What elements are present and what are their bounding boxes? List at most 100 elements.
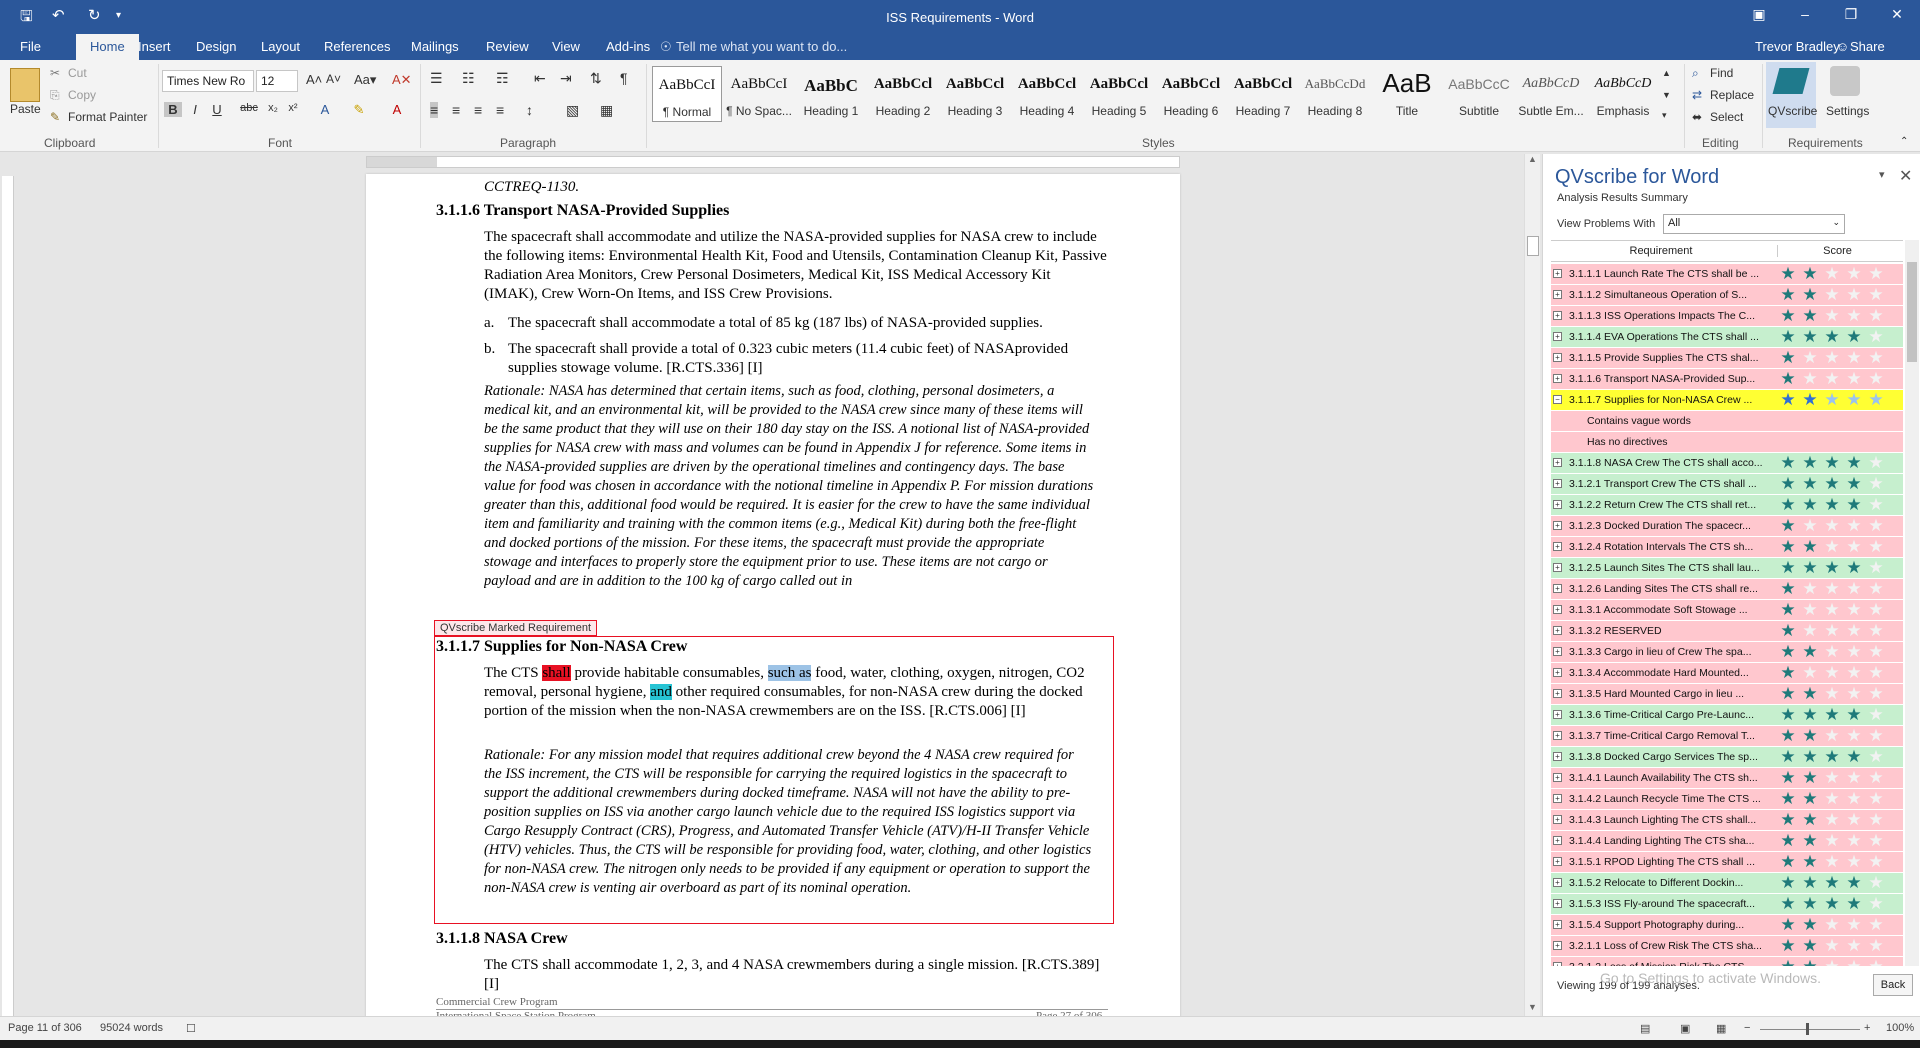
- horizontal-ruler[interactable]: [366, 156, 1180, 168]
- requirement-row[interactable]: +3.1.4.2 Launch Recycle Time The CTS ...…: [1551, 789, 1903, 810]
- borders-icon[interactable]: ▦: [600, 102, 613, 119]
- requirement-row[interactable]: +3.1.3.7 Time-Critical Cargo Removal T..…: [1551, 726, 1903, 747]
- style-no-spacing[interactable]: AaBbCcI ¶ No Spac...: [724, 66, 794, 122]
- ribbon-display-options-icon[interactable]: ▣: [1744, 6, 1774, 23]
- expand-icon[interactable]: +: [1553, 290, 1562, 299]
- tab-layout[interactable]: Layout: [261, 39, 300, 54]
- style-heading-7[interactable]: AaBbCcl Heading 7: [1228, 66, 1298, 122]
- collapse-icon[interactable]: −: [1553, 395, 1562, 404]
- align-right-icon[interactable]: ≡: [474, 102, 482, 118]
- pane-options-icon[interactable]: ▾: [1879, 168, 1885, 181]
- scroll-down-icon[interactable]: ▼: [1528, 1002, 1537, 1012]
- styles-more-icon[interactable]: ▾: [1662, 110, 1667, 121]
- requirement-row[interactable]: +3.1.5.3 ISS Fly-around The spacecraft..…: [1551, 894, 1903, 915]
- requirement-row[interactable]: +3.1.1.4 EVA Operations The CTS shall ..…: [1551, 327, 1903, 348]
- tab-references[interactable]: References: [324, 39, 390, 54]
- expand-icon[interactable]: +: [1553, 605, 1562, 614]
- zoom-slider[interactable]: [1760, 1029, 1860, 1030]
- style-normal[interactable]: AaBbCcI ¶ Normal: [652, 66, 722, 122]
- expand-icon[interactable]: +: [1553, 815, 1562, 824]
- align-left-icon[interactable]: ≡: [430, 102, 439, 118]
- cut-button[interactable]: Cut: [68, 66, 87, 80]
- requirement-row[interactable]: +3.1.3.8 Docked Cargo Services The sp...…: [1551, 747, 1903, 768]
- tab-view[interactable]: View: [552, 39, 580, 54]
- line-spacing-icon[interactable]: ↕: [526, 102, 533, 118]
- format-painter-button[interactable]: Format Painter: [68, 110, 147, 124]
- clipboard-icon[interactable]: [10, 68, 40, 102]
- requirement-row[interactable]: +3.1.1.8 NASA Crew The CTS shall acco...…: [1551, 453, 1903, 474]
- expand-icon[interactable]: +: [1553, 479, 1562, 488]
- replace-button[interactable]: Replace: [1710, 88, 1754, 102]
- requirement-row[interactable]: +3.1.3.4 Accommodate Hard Mounted... ★ ★ ★ ★…: [1551, 663, 1903, 684]
- select-button[interactable]: Select: [1710, 110, 1743, 124]
- vague-word-highlight[interactable]: such as: [767, 665, 812, 681]
- justify-icon[interactable]: ≡: [496, 102, 504, 118]
- increase-indent-icon[interactable]: ⇥: [560, 70, 572, 87]
- zoom-out-icon[interactable]: −: [1744, 1022, 1750, 1034]
- clear-formatting-icon[interactable]: A✕: [392, 72, 412, 88]
- shrink-font-icon[interactable]: A˅: [326, 72, 341, 86]
- style-heading-5[interactable]: AaBbCcl Heading 5: [1084, 66, 1154, 122]
- style-subtle-emphasis[interactable]: AaBbCcD Subtle Em...: [1516, 66, 1586, 122]
- zoom-level[interactable]: 100%: [1886, 1022, 1914, 1034]
- expand-icon[interactable]: +: [1553, 836, 1562, 845]
- tab-file[interactable]: File: [20, 39, 41, 54]
- zoom-in-icon[interactable]: +: [1864, 1022, 1870, 1034]
- expand-icon[interactable]: +: [1553, 626, 1562, 635]
- tab-home[interactable]: Home: [76, 34, 139, 60]
- expand-icon[interactable]: +: [1553, 584, 1562, 593]
- tab-design[interactable]: Design: [196, 39, 236, 54]
- expand-icon[interactable]: +: [1553, 731, 1562, 740]
- bold-icon[interactable]: B: [164, 102, 182, 117]
- style-subtitle[interactable]: AaBbCcC Subtitle: [1444, 66, 1514, 122]
- requirement-row[interactable]: +3.1.2.1 Transport Crew The CTS shall ..…: [1551, 474, 1903, 495]
- requirement-row[interactable]: −3.1.1.7 Supplies for Non-NASA Crew ... ★…: [1551, 390, 1903, 411]
- styles-scroll-up-icon[interactable]: ▲: [1662, 68, 1671, 78]
- marked-requirement-tag[interactable]: QVscribe Marked Requirement: [434, 620, 598, 636]
- change-case-icon[interactable]: Aa▾: [354, 72, 376, 88]
- view-problems-select[interactable]: All ⌄: [1663, 214, 1845, 234]
- find-icon[interactable]: ⌕: [1692, 66, 1699, 81]
- expand-icon[interactable]: +: [1553, 920, 1562, 929]
- expand-icon[interactable]: +: [1553, 668, 1562, 677]
- requirement-row[interactable]: +3.1.3.6 Time-Critical Cargo Pre-Launc..…: [1551, 705, 1903, 726]
- select-icon[interactable]: ⬌: [1692, 110, 1702, 124]
- styles-scroll-down-icon[interactable]: ▼: [1662, 90, 1671, 100]
- tab-mailings[interactable]: Mailings: [411, 39, 459, 54]
- requirement-row[interactable]: +3.1.5.1 RPOD Lighting The CTS shall ...…: [1551, 852, 1903, 873]
- style-title[interactable]: AaB Title: [1372, 66, 1442, 122]
- italic-icon[interactable]: I: [186, 102, 204, 117]
- tab-review[interactable]: Review: [486, 39, 529, 54]
- requirement-row[interactable]: +3.1.4.3 Launch Lighting The CTS shall..…: [1551, 810, 1903, 831]
- pane-scrollbar[interactable]: [1905, 240, 1919, 966]
- pane-close-icon[interactable]: ✕: [1899, 166, 1912, 186]
- grow-font-icon[interactable]: A˄: [306, 72, 322, 87]
- requirement-row[interactable]: +3.1.1.6 Transport NASA-Provided Sup... ★…: [1551, 369, 1903, 390]
- proofing-icon[interactable]: ☐: [186, 1022, 196, 1035]
- maximize-icon[interactable]: ❐: [1836, 6, 1866, 23]
- conjunction-highlight[interactable]: and: [650, 684, 672, 700]
- decrease-indent-icon[interactable]: ⇤: [534, 70, 546, 87]
- requirement-row[interactable]: +3.1.4.1 Launch Availability The CTS sh.…: [1551, 768, 1903, 789]
- expand-icon[interactable]: +: [1553, 773, 1562, 782]
- document-scrollbar[interactable]: ▲ ▼: [1524, 154, 1540, 1016]
- user-name[interactable]: Trevor Bradley: [1755, 39, 1840, 54]
- word-count[interactable]: 95024 words: [100, 1022, 163, 1034]
- requirement-column-header[interactable]: Requirement: [1551, 245, 1771, 257]
- text-effects-icon[interactable]: A: [316, 102, 334, 117]
- expand-icon[interactable]: +: [1553, 857, 1562, 866]
- find-button[interactable]: Find: [1710, 66, 1733, 80]
- numbering-icon[interactable]: ☷: [462, 70, 475, 87]
- requirement-row[interactable]: +3.1.3.1 Accommodate Soft Stowage ... ★ ★ ★…: [1551, 600, 1903, 621]
- document-page[interactable]: CCTREQ-1130. 3.1.1.6 Transport NASA-Prov…: [366, 174, 1180, 1020]
- settings-icon[interactable]: [1830, 66, 1860, 96]
- bullets-icon[interactable]: ☰: [430, 70, 443, 87]
- requirement-row[interactable]: +3.1.2.6 Landing Sites The CTS shall re.…: [1551, 579, 1903, 600]
- requirement-row[interactable]: +3.1.5.4 Support Photography during... ★ ★…: [1551, 915, 1903, 936]
- expand-icon[interactable]: +: [1553, 458, 1562, 467]
- subscript-icon[interactable]: x₂: [264, 102, 282, 114]
- underline-icon[interactable]: U: [208, 102, 226, 117]
- requirement-row[interactable]: +3.1.5.2 Relocate to Different Dockin...…: [1551, 873, 1903, 894]
- expand-icon[interactable]: +: [1553, 269, 1562, 278]
- copy-icon[interactable]: ⎘: [50, 88, 60, 103]
